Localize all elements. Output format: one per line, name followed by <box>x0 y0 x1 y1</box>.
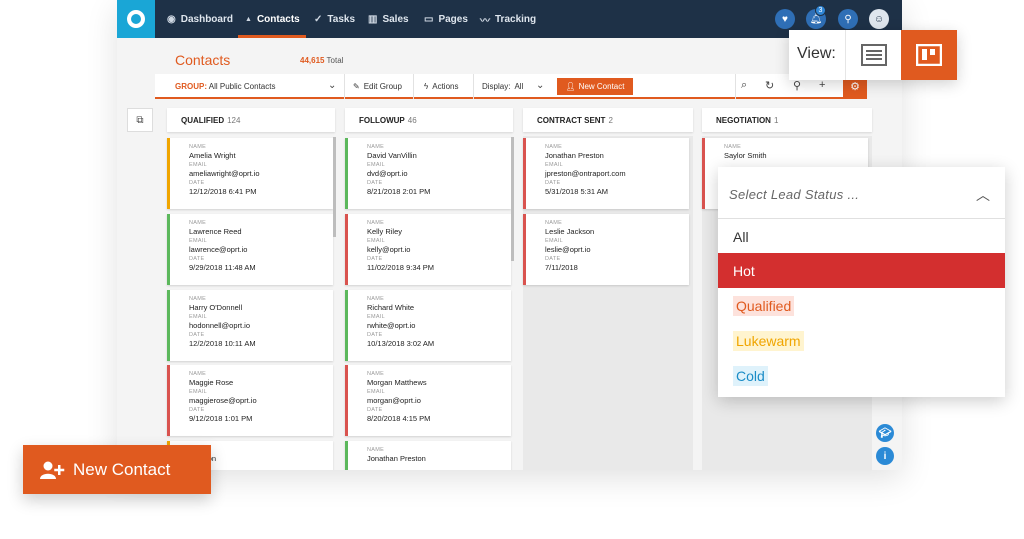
view-label: View: <box>797 45 836 62</box>
nav-contacts-label: Contacts <box>256 13 300 25</box>
active-tab-indicator <box>238 35 306 38</box>
nav-tasks[interactable]: ✓ Tasks <box>314 0 355 38</box>
option-cold[interactable]: Cold <box>718 358 1005 393</box>
refresh-icon[interactable]: ↻ <box>765 79 774 92</box>
board-view-icon <box>916 44 942 66</box>
nav-dashboard-label: Dashboard <box>180 13 233 25</box>
contact-card[interactable]: NAME David VanVillin EMAIL dvd@oprt.io DATE 8… <box>345 138 511 209</box>
list-view-button[interactable] <box>845 30 901 80</box>
column-header-contract-sent: CONTRACT SENT 2 <box>523 108 693 132</box>
person-icon: ▲ <box>245 15 252 23</box>
contact-card[interactable]: NAME Maggie Rose EMAIL maggierose@oprt.io DA… <box>167 365 333 436</box>
chevron-down-icon[interactable]: ⌄ <box>328 80 336 91</box>
board-view-button[interactable] <box>901 30 957 80</box>
group-selector[interactable]: GROUP: All Public Contacts <box>175 82 275 91</box>
avatar[interactable]: ☺ <box>869 9 889 29</box>
contact-total: 44,615 Total <box>300 56 344 65</box>
contacts-toolbar: GROUP: All Public Contacts ⌄ ✎ Edit Group… <box>155 74 867 99</box>
nav-contacts[interactable]: ▲ Contacts <box>245 0 300 38</box>
list-view-icon <box>860 44 887 66</box>
lead-status-select[interactable]: Select Lead Status ... ︿ <box>718 167 1005 219</box>
contact-card[interactable]: NAME Harry O'Donnell EMAIL hodonnell@oprt.i… <box>167 290 333 361</box>
copy-icon[interactable]: ⧉ <box>127 108 153 132</box>
option-hot[interactable]: Hot <box>718 253 1005 288</box>
logo[interactable] <box>117 0 155 38</box>
lead-status-placeholder: Select Lead Status ... <box>729 187 860 202</box>
contact-card[interactable]: NAME Jonathan Preston EMAIL jpreston@ontrap… <box>523 138 689 209</box>
tracking-icon: 〰 <box>480 15 490 27</box>
contact-card[interactable]: NAME Jonathan Preston <box>345 441 511 470</box>
add-user-icon <box>40 461 65 479</box>
pin-toolbar-icon[interactable]: ⚲ <box>793 79 801 92</box>
info-icon[interactable]: i <box>876 447 894 465</box>
display-selector[interactable]: Display: All <box>482 82 523 91</box>
contact-card[interactable]: NAME Leslie Jackson EMAIL leslie@oprt.io DAT… <box>523 214 689 285</box>
bar-chart-icon: ▥ <box>368 13 378 25</box>
graduation-cap-icon[interactable]: 🎓︎ <box>876 424 894 442</box>
chevron-up-icon[interactable]: ︿ <box>976 185 990 205</box>
floating-new-contact-button[interactable]: New Contact <box>23 445 211 494</box>
view-switcher: View: <box>789 30 957 80</box>
search-icon[interactable]: ⌕ <box>741 79 747 92</box>
lane-contract-sent: NAME Jonathan Preston EMAIL jpreston@ontrap… <box>523 136 693 470</box>
pages-icon: ▭ <box>424 13 434 25</box>
option-lukewarm[interactable]: Lukewarm <box>718 323 1005 358</box>
nav-pages-label: Pages <box>438 13 468 25</box>
check-icon: ✓ <box>314 13 323 25</box>
nav-sales-label: Sales <box>382 13 409 25</box>
scrollbar[interactable] <box>511 137 514 261</box>
top-navigation: ◉ Dashboard ▲ Contacts ✓ Tasks ▥ Sales ▭… <box>117 0 902 38</box>
floating-new-contact-label: New Contact <box>73 459 171 479</box>
bolt-icon: ϟ <box>424 82 429 91</box>
nav-tracking[interactable]: 〰 Tracking <box>480 0 536 38</box>
column-header-negotiation: NEGOTIATION 1 <box>702 108 872 132</box>
contact-card[interactable]: NAME Richard White EMAIL rwhite@oprt.io DATE… <box>345 290 511 361</box>
scrollbar[interactable] <box>333 137 336 237</box>
column-header-followup: FOLLOWUP 46 <box>345 108 513 132</box>
contact-card[interactable]: NAME Morgan Matthews EMAIL morgan@oprt.io DA… <box>345 365 511 436</box>
nav-tracking-label: Tracking <box>495 13 537 25</box>
pencil-icon: ✎ <box>353 82 360 91</box>
page-title: Contacts <box>175 52 231 68</box>
contact-card[interactable]: NAME Lawrence Reed EMAIL lawrence@oprt.io DA… <box>167 214 333 285</box>
edit-group-button[interactable]: ✎ Edit Group <box>353 82 402 91</box>
column-header-qualified: QUALIFIED 124 <box>167 108 335 132</box>
option-qualified[interactable]: Qualified <box>718 288 1005 323</box>
notification-badge: 3 <box>815 5 826 16</box>
display-chevron-down-icon[interactable]: ⌄ <box>536 80 544 91</box>
nav-tasks-label: Tasks <box>327 13 356 25</box>
add-user-icon: 👤︎ <box>565 82 576 91</box>
nav-pages[interactable]: ▭ Pages <box>424 0 468 38</box>
dashboard-icon: ◉ <box>167 13 176 25</box>
lead-status-dropdown: Select Lead Status ... ︿ All Hot Qualifi… <box>718 167 1005 397</box>
option-all[interactable]: All <box>718 219 1005 254</box>
add-icon[interactable]: + <box>819 79 825 91</box>
new-contact-button[interactable]: 👤︎ New Contact <box>557 78 633 95</box>
pin-icon[interactable]: ⚲ <box>838 9 858 29</box>
heart-icon[interactable]: ♥ <box>775 9 795 29</box>
nav-sales[interactable]: ▥ Sales <box>368 0 409 38</box>
contact-card[interactable]: NAME Amelia Wright EMAIL ameliawright@oprt.… <box>167 138 333 209</box>
nav-dashboard[interactable]: ◉ Dashboard <box>167 0 233 38</box>
contact-card[interactable]: NAME Kelly Riley EMAIL kelly@oprt.io DATE 11/… <box>345 214 511 285</box>
actions-button[interactable]: ϟ Actions <box>424 82 458 91</box>
